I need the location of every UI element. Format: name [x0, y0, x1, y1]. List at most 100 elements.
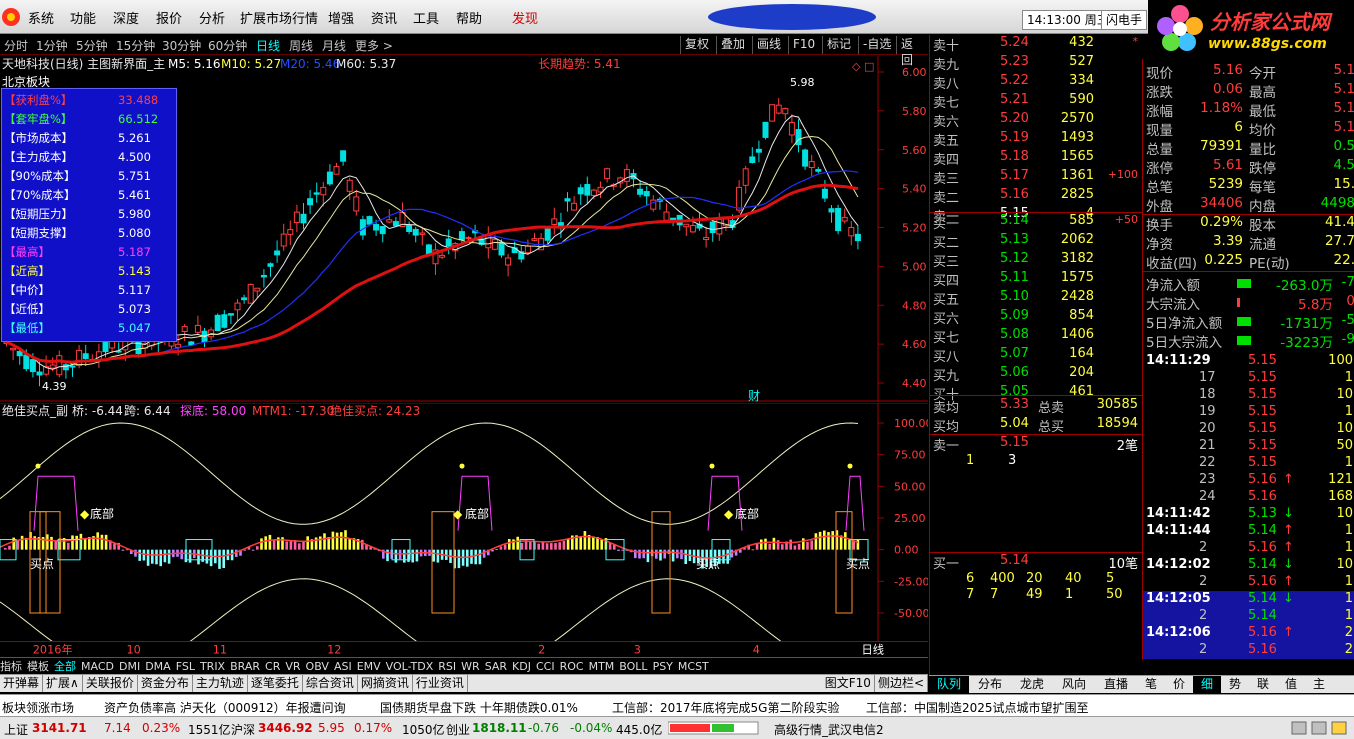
order-level[interactable]: 卖十 5.24 432 *	[930, 35, 1142, 54]
menu-ext-market[interactable]: 扩展市场行情	[240, 8, 318, 27]
f10-text-button[interactable]: 图文F10	[822, 675, 875, 692]
flash-trade-button[interactable]: 闪电手	[1101, 10, 1148, 30]
function-tab[interactable]: 扩展∧	[43, 675, 83, 692]
indicator-tab-brar[interactable]: BRAR	[230, 660, 260, 673]
order-level[interactable]: 买八 5.07 164	[930, 346, 1142, 365]
function-tab[interactable]: 主力轨迹	[193, 675, 248, 692]
indicator-tab-rsi[interactable]: RSI	[438, 660, 456, 673]
right-tab[interactable]: 值	[1277, 676, 1305, 693]
indicator-tab-emv[interactable]: EMV	[357, 660, 381, 673]
order-level[interactable]: 卖四 5.18 1565	[930, 149, 1142, 168]
menu-function[interactable]: 功能	[70, 8, 96, 27]
indicator-tab-模板[interactable]: 模板	[27, 660, 49, 673]
tick-row[interactable]: 2 5.16 ↑ 1	[1143, 540, 1354, 557]
draw-line-button[interactable]: 画线	[752, 36, 785, 54]
menu-news[interactable]: 资讯	[371, 8, 397, 27]
news-item[interactable]: 工信部：2017年底将完成5G第二阶段实验	[612, 699, 839, 716]
period-1min[interactable]: 1分钟	[36, 37, 68, 54]
period-weekly[interactable]: 周线	[289, 37, 313, 54]
indicator-tab-dma[interactable]: DMA	[145, 660, 171, 673]
indicator-tab-psy[interactable]: PSY	[653, 660, 673, 673]
order-level[interactable]: 卖九 5.23 527	[930, 54, 1142, 73]
order-level[interactable]: 买二 5.13 2062	[930, 232, 1142, 251]
order-level[interactable]: 买五 5.10 2428	[930, 289, 1142, 308]
order-level[interactable]: 卖二 5.16 2825	[930, 187, 1142, 206]
order-level[interactable]: 买一 5.14 585 +50	[930, 213, 1142, 232]
order-level[interactable]: 买三 5.12 3182	[930, 251, 1142, 270]
order-level[interactable]: 买六 5.09 854	[930, 308, 1142, 327]
order-level[interactable]: 卖六 5.20 2570	[930, 111, 1142, 130]
order-level[interactable]: 买七 5.08 1406	[930, 327, 1142, 346]
order-level[interactable]: 卖七 5.21 590	[930, 92, 1142, 111]
indicator-tab-dmi[interactable]: DMI	[119, 660, 140, 673]
right-tab[interactable]: 主	[1305, 676, 1333, 693]
indicator-tab-obv[interactable]: OBV	[306, 660, 329, 673]
menu-discover[interactable]: 发现	[512, 8, 538, 27]
tick-row[interactable]: 17 5.15 1	[1143, 370, 1354, 387]
news-item[interactable]: 资产负债率高 泸天化（000912）年报遭问询	[104, 699, 346, 716]
period-more[interactable]: 更多 >	[355, 37, 393, 54]
indicator-tab-sar[interactable]: SAR	[485, 660, 507, 673]
right-tab[interactable]: 细	[1193, 676, 1221, 693]
news-item[interactable]: 工信部：中国制造2025试点城市望扩围至	[866, 699, 1089, 716]
back-button[interactable]: 返回	[896, 36, 928, 67]
indicator-tab-asi[interactable]: ASI	[334, 660, 352, 673]
period-monthly[interactable]: 月线	[322, 37, 346, 54]
tick-row[interactable]: 21 5.15 50	[1143, 438, 1354, 455]
tick-row[interactable]: 14:12:02 5.14 ↓ 10	[1143, 557, 1354, 574]
period-daily[interactable]: 日线	[256, 37, 280, 54]
f10-button[interactable]: F10	[788, 36, 819, 54]
right-tab[interactable]: 价	[1165, 676, 1193, 693]
period-fenshi[interactable]: 分时	[4, 37, 28, 54]
indicator-tab-cci[interactable]: CCI	[536, 660, 555, 673]
tick-row[interactable]: 2 5.16 ↑ 1	[1143, 574, 1354, 591]
tick-row[interactable]: 22 5.15 1	[1143, 455, 1354, 472]
right-tab[interactable]: 分布	[969, 676, 1011, 693]
indicator-tab-wr[interactable]: WR	[461, 660, 480, 673]
menu-analysis[interactable]: 分析	[199, 8, 225, 27]
order-level[interactable]: 卖三 5.17 1361 +100	[930, 168, 1142, 187]
indicator-tab-vol-tdx[interactable]: VOL-TDX	[386, 660, 434, 673]
function-tab[interactable]: 网摘资讯	[358, 675, 413, 692]
function-tab[interactable]: 资金分布	[138, 675, 193, 692]
tick-row[interactable]: 14:11:42 5.13 ↓ 10	[1143, 506, 1354, 523]
indicator-tab-roc[interactable]: ROC	[560, 660, 584, 673]
tick-row[interactable]: 14:12:05 5.14 ↓ 1	[1143, 591, 1354, 608]
order-level[interactable]: 买四 5.11 1575	[930, 270, 1142, 289]
menu-quote[interactable]: 报价	[156, 8, 182, 27]
tick-row[interactable]: 2 5.16 2	[1143, 642, 1354, 659]
tick-row[interactable]: 18 5.15 10	[1143, 387, 1354, 404]
menu-system[interactable]: 系统	[28, 8, 54, 27]
indicator-tab-mtm[interactable]: MTM	[589, 660, 615, 673]
tick-row[interactable]: 14:11:29 5.15 100	[1143, 353, 1354, 370]
tick-row[interactable]: 19 5.15 1	[1143, 404, 1354, 421]
right-tab[interactable]: 龙虎	[1011, 676, 1053, 693]
function-tab[interactable]: 开弹幕	[0, 675, 44, 692]
right-tab[interactable]: 直播	[1095, 676, 1137, 693]
finance-marker[interactable]: 财	[748, 389, 760, 402]
right-tab[interactable]: 风向	[1053, 676, 1095, 693]
indicator-tab-trix[interactable]: TRIX	[200, 660, 225, 673]
indicator-tab-mcst[interactable]: MCST	[678, 660, 709, 673]
news-item[interactable]: 板块领涨市场	[2, 699, 74, 716]
period-5min[interactable]: 5分钟	[76, 37, 108, 54]
tick-row[interactable]: 23 5.16 ↑ 121	[1143, 472, 1354, 489]
indicator-tab-macd[interactable]: MACD	[81, 660, 114, 673]
mark-button[interactable]: 标记	[822, 36, 855, 54]
indicator-tab-vr[interactable]: VR	[285, 660, 300, 673]
tick-row[interactable]: 2 5.14 1	[1143, 608, 1354, 625]
right-tab[interactable]: 笔	[1137, 676, 1165, 693]
remove-watchlist-button[interactable]: -自选	[858, 36, 895, 54]
order-level[interactable]: 卖八 5.22 334	[930, 73, 1142, 92]
indicator-tab-cr[interactable]: CR	[265, 660, 280, 673]
function-tab[interactable]: 行业资讯	[413, 675, 468, 692]
period-60min[interactable]: 60分钟	[208, 37, 247, 54]
right-tab[interactable]: 队列	[929, 676, 969, 693]
restore-rights-button[interactable]: 复权	[680, 36, 713, 54]
indicator-tab-全部[interactable]: 全部	[54, 660, 76, 673]
menu-tools[interactable]: 工具	[413, 8, 439, 27]
function-tab[interactable]: 关联报价	[83, 675, 138, 692]
period-15min[interactable]: 15分钟	[116, 37, 155, 54]
indicator-tab-kdj[interactable]: KDJ	[512, 660, 531, 673]
tick-row[interactable]: 14:11:44 5.14 ↑ 1	[1143, 523, 1354, 540]
